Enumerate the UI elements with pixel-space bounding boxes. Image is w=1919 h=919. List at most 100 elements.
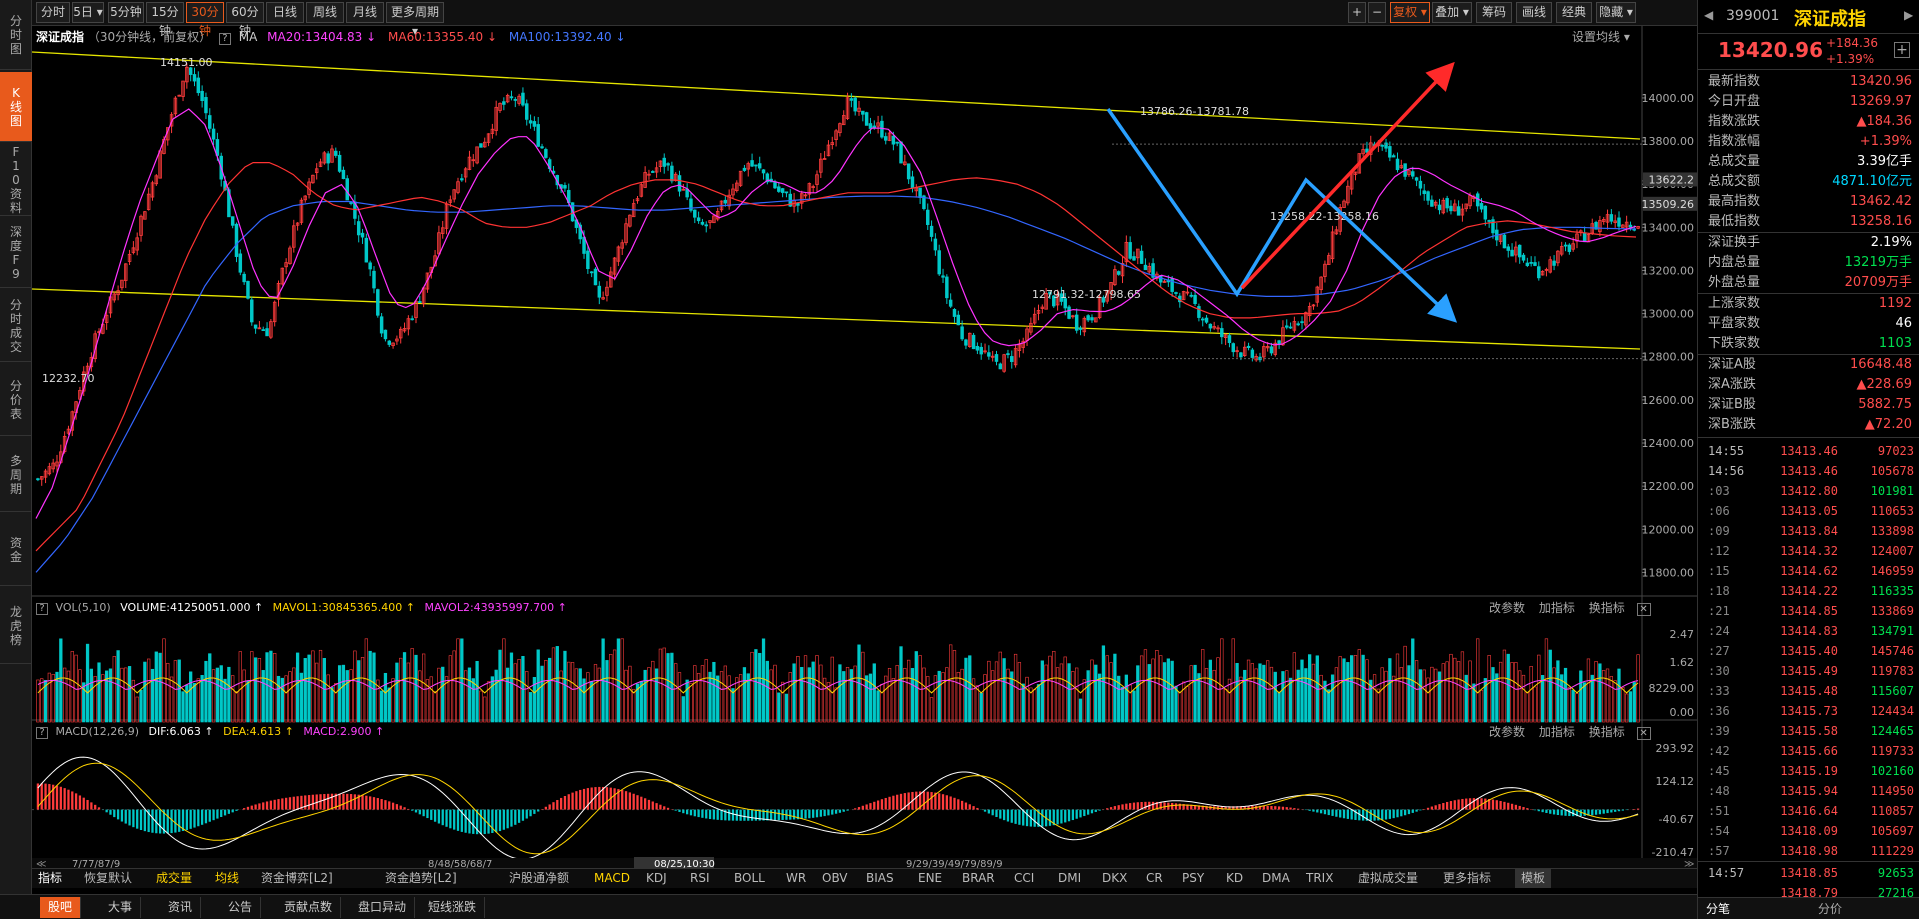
add-watchlist-icon[interactable]: + xyxy=(1894,42,1910,58)
nav-item-1[interactable]: K线图 xyxy=(0,72,32,142)
candle-body xyxy=(1288,326,1293,329)
kline-chart[interactable]: 14000.0013800.0013600.0013400.0013200.00… xyxy=(32,26,1697,869)
volume-bar xyxy=(1308,654,1312,723)
nav-item-4[interactable]: 分时成交 xyxy=(0,290,32,362)
nav-item-5[interactable]: 分价表 xyxy=(0,364,32,436)
tool-button-2[interactable]: 复权 ▾ xyxy=(1390,2,1430,23)
bottom-tab-2[interactable]: 资讯 xyxy=(160,897,202,918)
tab-ticks[interactable]: 分笔 xyxy=(1706,900,1730,917)
indicator-tab-3[interactable]: 均线 xyxy=(215,869,239,888)
macd-add-indicator-button[interactable]: 加指标 xyxy=(1539,725,1575,739)
bottom-tab-3[interactable]: 公告 xyxy=(220,897,262,918)
nav-item-6[interactable]: 多周期 xyxy=(0,438,32,512)
indicator-tab-19[interactable]: CR xyxy=(1146,869,1163,888)
indicator-tab-8[interactable]: KDJ xyxy=(646,869,667,888)
candle-body xyxy=(1200,318,1205,321)
tool-button-3[interactable]: 叠加 ▾ xyxy=(1432,2,1472,23)
period-button-9[interactable]: 更多周期 ▾ xyxy=(386,2,444,38)
volume-bar xyxy=(341,664,346,723)
indicator-tab-10[interactable]: BOLL xyxy=(734,869,765,888)
indicator-tab-5[interactable]: 资金趋势[L2] xyxy=(385,869,457,888)
period-button-7[interactable]: 周线 xyxy=(306,2,344,23)
volume-bar xyxy=(994,661,999,723)
volume-bar xyxy=(441,666,445,723)
indicator-tab-18[interactable]: DKX xyxy=(1102,869,1127,888)
macd-help-icon[interactable]: ? xyxy=(36,727,48,739)
candle-body xyxy=(1430,199,1434,207)
indicator-tab-2[interactable]: 成交量 xyxy=(156,869,192,888)
nav-item-3[interactable]: 深度F9 xyxy=(0,218,32,288)
indicator-tab-1[interactable]: 恢复默认 xyxy=(84,869,132,888)
indicator-tab-0[interactable]: 指标 xyxy=(38,869,62,888)
period-button-6[interactable]: 日线 xyxy=(266,2,304,23)
tool-button-1[interactable]: − xyxy=(1368,2,1386,23)
tick-time: :33 xyxy=(1708,684,1730,698)
candle-body xyxy=(891,135,896,145)
period-button-0[interactable]: 分时 xyxy=(36,2,70,23)
indicator-tab-11[interactable]: WR xyxy=(786,869,806,888)
tool-button-4[interactable]: 筹码 xyxy=(1476,2,1512,23)
indicator-tab-4[interactable]: 资金博弈[L2] xyxy=(261,869,333,888)
ma-settings-button[interactable]: 设置均线 ▾ xyxy=(1572,28,1630,46)
tick-time: :36 xyxy=(1708,704,1730,718)
volume-bar xyxy=(135,696,139,723)
volume-bar xyxy=(597,667,601,723)
next-stock-icon[interactable]: ▶ xyxy=(1904,8,1913,22)
nav-item-0[interactable]: 分时图 xyxy=(0,0,32,70)
indicator-tab-22[interactable]: DMA xyxy=(1262,869,1290,888)
indicator-tab-20[interactable]: PSY xyxy=(1182,869,1204,888)
nav-item-8[interactable]: 龙虎榜 xyxy=(0,588,32,664)
macd-switch-indicator-button[interactable]: 换指标 xyxy=(1589,725,1625,739)
period-button-8[interactable]: 月线 xyxy=(346,2,384,23)
volume-bar xyxy=(414,654,418,723)
indicator-tab-13[interactable]: BIAS xyxy=(866,869,894,888)
period-button-3[interactable]: 15分钟 xyxy=(146,2,184,38)
vol-add-indicator-button[interactable]: 加指标 xyxy=(1539,601,1575,615)
period-button-1[interactable]: 5日 ▾ xyxy=(72,2,104,23)
bottom-tab-5[interactable]: 盘口异动 xyxy=(350,897,416,918)
bottom-tab-1[interactable]: 大事 xyxy=(100,897,142,918)
vol-close-icon[interactable]: ✕ xyxy=(1636,603,1651,616)
macd-edit-params-button[interactable]: 改参数 xyxy=(1489,725,1525,739)
indicator-tab-26[interactable]: 模板 xyxy=(1515,869,1552,888)
period-button-4[interactable]: 30分钟 xyxy=(186,2,224,38)
indicator-tab-15[interactable]: BRAR xyxy=(962,869,995,888)
candle-body xyxy=(933,238,938,251)
volume-bar xyxy=(246,680,250,723)
tab-price-dist[interactable]: 分价 xyxy=(1818,900,1842,917)
tool-button-0[interactable]: + xyxy=(1348,2,1366,23)
indicator-tab-9[interactable]: RSI xyxy=(690,869,710,888)
volume-bar xyxy=(433,691,437,723)
vol-switch-indicator-button[interactable]: 换指标 xyxy=(1589,601,1625,615)
help-icon[interactable]: ? xyxy=(218,33,231,45)
tool-button-5[interactable]: 画线 xyxy=(1516,2,1552,23)
indicator-tab-23[interactable]: TRIX xyxy=(1306,869,1333,888)
indicator-tab-7[interactable]: MACD xyxy=(594,869,630,888)
indicator-tab-6[interactable]: 沪股通净额 xyxy=(509,869,569,888)
prev-stock-icon[interactable]: ◀ xyxy=(1704,8,1713,22)
indicator-tab-24[interactable]: 虚拟成交量 xyxy=(1358,869,1418,888)
chart-area[interactable]: 14000.0013800.0013600.0013400.0013200.00… xyxy=(32,26,1697,869)
tool-button-7[interactable]: 隐藏 ▾ xyxy=(1596,2,1636,23)
vol-edit-params-button[interactable]: 改参数 xyxy=(1489,601,1525,615)
indicator-tab-21[interactable]: KD xyxy=(1226,869,1243,888)
macd-close-icon[interactable]: ✕ xyxy=(1636,727,1651,740)
bottom-tab-4[interactable]: 贡献点数 xyxy=(276,897,342,918)
indicator-tab-14[interactable]: ENE xyxy=(918,869,942,888)
period-button-2[interactable]: 5分钟 xyxy=(108,2,144,23)
volume-bar xyxy=(834,687,838,723)
bottom-tab-0[interactable]: 股吧 xyxy=(40,897,82,918)
nav-item-7[interactable]: 资金 xyxy=(0,514,32,586)
tick-row: :24 13414.83 134791 xyxy=(1698,621,1919,641)
vol-help-icon[interactable]: ? xyxy=(36,603,48,615)
indicator-tab-12[interactable]: OBV xyxy=(822,869,848,888)
bottom-tab-6[interactable]: 短线涨跌 xyxy=(420,897,486,918)
indicator-tab-17[interactable]: DMI xyxy=(1058,869,1081,888)
tool-button-6[interactable]: 经典 xyxy=(1556,2,1592,23)
indicator-tab-16[interactable]: CCI xyxy=(1014,869,1034,888)
volume-bar xyxy=(345,670,349,723)
indicator-tab-25[interactable]: 更多指标 xyxy=(1443,869,1491,888)
nav-item-2[interactable]: F10资料 xyxy=(0,144,32,216)
period-button-5[interactable]: 60分钟 xyxy=(226,2,264,38)
volume-bar xyxy=(1330,674,1335,723)
